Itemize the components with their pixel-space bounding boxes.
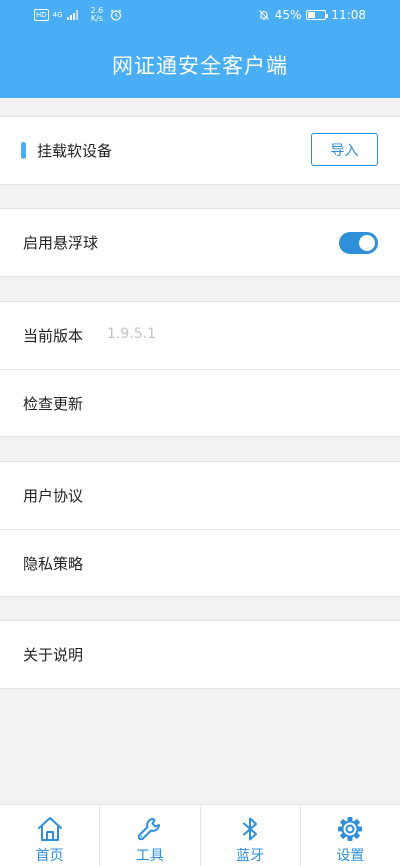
check-update-label: 检查更新 xyxy=(23,394,84,413)
bottom-tab-bar: 首页 工具 蓝牙 设置 xyxy=(0,804,400,866)
floating-ball-label: 启用悬浮球 xyxy=(23,234,99,252)
about-row[interactable]: 关于说明 xyxy=(0,621,400,688)
app-header: HD 4G 2.6 K/s 45% 11:08 网证通安全客户端 xyxy=(0,0,400,98)
version-value: 1.9.5.1 xyxy=(107,326,156,342)
tab-tools-label: 工具 xyxy=(135,848,164,864)
wrench-icon xyxy=(137,818,160,841)
alarm-icon xyxy=(110,9,122,21)
tab-settings-label: 设置 xyxy=(336,848,365,864)
privacy-policy-row[interactable]: 隐私策略 xyxy=(0,529,400,596)
tab-bluetooth-label: 蓝牙 xyxy=(236,848,265,864)
tab-home[interactable]: 首页 xyxy=(0,805,99,866)
import-button[interactable]: 导入 xyxy=(311,133,378,166)
tab-tools[interactable]: 工具 xyxy=(99,805,199,866)
tab-settings[interactable]: 设置 xyxy=(299,805,400,866)
version-section: 当前版本 1.9.5.1 检查更新 xyxy=(0,301,400,437)
clock-time: 11:08 xyxy=(331,8,366,22)
legal-section: 用户协议 隐私策略 xyxy=(0,461,400,597)
hd-badge: HD xyxy=(34,9,49,21)
mount-device-label: 挂载软设备 xyxy=(37,142,113,160)
gear-icon xyxy=(338,817,363,841)
page-title: 网证通安全客户端 xyxy=(112,54,288,78)
check-update-row[interactable]: 检查更新 xyxy=(0,369,400,436)
network-speed: 2.6 K/s xyxy=(91,7,104,23)
tab-bluetooth[interactable]: 蓝牙 xyxy=(199,805,300,866)
mute-bell-icon xyxy=(258,10,269,21)
battery-icon xyxy=(306,10,329,20)
tab-home-label: 首页 xyxy=(35,848,64,864)
status-bar: HD 4G 2.6 K/s 45% 11:08 xyxy=(0,0,400,32)
floating-ball-toggle[interactable] xyxy=(339,232,378,254)
version-row: 当前版本 1.9.5.1 xyxy=(0,302,400,369)
version-label: 当前版本 xyxy=(23,327,84,345)
section-marker xyxy=(21,142,26,159)
network-type: 4G xyxy=(52,11,63,19)
mount-section: 挂载软设备 导入 xyxy=(0,116,400,185)
user-agreement-row[interactable]: 用户协议 xyxy=(0,462,400,529)
battery-percent: 45% xyxy=(274,8,302,22)
about-section: 关于说明 xyxy=(0,620,400,689)
privacy-policy-label: 隐私策略 xyxy=(23,554,84,573)
floating-section: 启用悬浮球 xyxy=(0,208,400,277)
about-label: 关于说明 xyxy=(23,646,84,664)
floating-ball-row: 启用悬浮球 xyxy=(0,209,400,276)
speed-unit: K/s xyxy=(90,14,103,23)
bluetooth-icon xyxy=(243,817,258,841)
toggle-knob xyxy=(359,235,375,251)
home-icon xyxy=(37,817,62,841)
signal-icon xyxy=(66,10,78,20)
mount-device-row: 挂载软设备 导入 xyxy=(0,117,400,184)
user-agreement-label: 用户协议 xyxy=(23,487,84,505)
